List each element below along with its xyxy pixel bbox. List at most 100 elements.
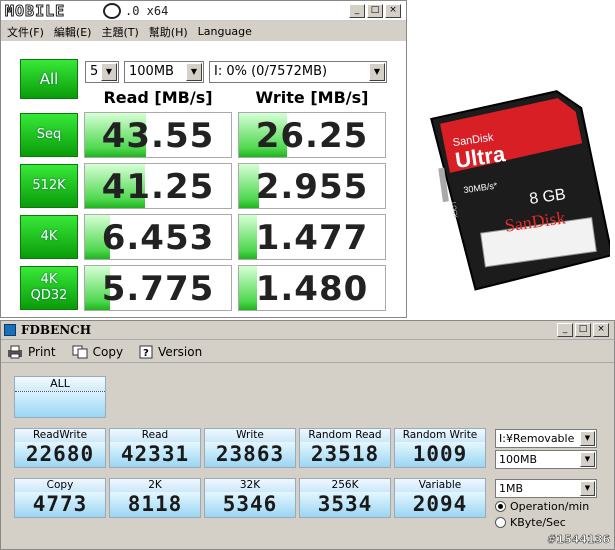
- menu-bar: 文件(F) 編輯(E) 主題(T) 幫助(H) Language: [1, 22, 406, 41]
- 4k-read-value: 6.453: [84, 214, 232, 260]
- chevron-down-icon: ▼: [369, 63, 385, 81]
- 32k-button[interactable]: 32K 5346: [204, 478, 296, 518]
- window-controls: _ □ ×: [349, 4, 401, 18]
- 512k-read-value: 41.25: [84, 163, 232, 209]
- close-button[interactable]: ×: [385, 4, 401, 18]
- fdbench-all-button[interactable]: ALL: [14, 376, 106, 418]
- 2k-value: 8118: [110, 492, 200, 517]
- 32k-value: 5346: [205, 492, 295, 517]
- minimize-button[interactable]: _: [557, 323, 573, 337]
- crystaldiskmark-window: MOBILE .0 x64 _ □ × 文件(F) 編輯(E) 主題(T) 幫助…: [0, 0, 407, 318]
- fdbench-title-bar: FDBENCH _ □ ×: [1, 321, 614, 340]
- chevron-down-icon: ▼: [580, 481, 595, 496]
- benchmark-panel: All 5 ▼ 100MB ▼ I: 0% (0/7572MB) ▼ Read …: [1, 41, 406, 317]
- copy-test-button[interactable]: Copy 4773: [14, 478, 106, 518]
- read-button[interactable]: Read 42331: [109, 428, 201, 468]
- svg-text:?: ?: [143, 348, 149, 359]
- menu-edit[interactable]: 編輯(E): [54, 24, 92, 40]
- maximize-button[interactable]: □: [575, 323, 591, 337]
- kbyte-sec-label: KByte/Sec: [510, 516, 566, 529]
- fdbench-all-label: ALL: [15, 377, 105, 392]
- print-button[interactable]: Print: [7, 345, 56, 359]
- readwrite-value: 22680: [15, 442, 105, 467]
- chevron-down-icon: ▼: [580, 452, 595, 467]
- fdbench-window: FDBENCH _ □ × Print Copy ? Version ALL R…: [0, 320, 615, 550]
- copy-value: 4773: [15, 492, 105, 517]
- seq-read-value: 43.55: [84, 112, 232, 158]
- print-label: Print: [28, 344, 56, 359]
- menu-file[interactable]: 文件(F): [7, 24, 44, 40]
- all-button[interactable]: All: [20, 59, 78, 99]
- drive-select[interactable]: I:¥Removable ▼: [495, 429, 597, 448]
- sd-card-image: SanDisk Ultra 30MB/s* 8 GB SanDisk LOCK: [430, 90, 614, 291]
- variable-value: 2094: [395, 492, 485, 517]
- operation-min-label: Operation/min: [510, 500, 590, 513]
- read-header: Read [MB/s]: [103, 88, 213, 107]
- random-read-value: 23518: [300, 442, 390, 467]
- count-value: 5: [90, 64, 99, 79]
- chevron-down-icon: ▼: [186, 63, 202, 81]
- printer-icon: [8, 345, 22, 358]
- title-version: .0 x64: [125, 4, 169, 18]
- random-read-button[interactable]: Random Read 23518: [299, 428, 391, 468]
- post-watermark: #1544136: [547, 533, 610, 547]
- copy-label: Copy: [92, 344, 124, 359]
- copy-button[interactable]: Copy: [72, 345, 123, 359]
- 4k-qd32-read-value: 5.775: [84, 265, 232, 311]
- menu-theme[interactable]: 主題(T): [101, 24, 138, 40]
- 512k-write-value: 2.955: [238, 163, 386, 209]
- radio-unselected-icon: [495, 517, 506, 528]
- write-value: 23863: [205, 442, 295, 467]
- title-bar: MOBILE .0 x64 _ □ ×: [1, 1, 406, 21]
- count-select[interactable]: 5 ▼: [85, 61, 119, 83]
- drive-select-value: I:¥Removable: [499, 432, 575, 445]
- seq-button[interactable]: Seq: [20, 113, 78, 157]
- chevron-down-icon: ▼: [580, 431, 595, 446]
- random-write-value: 1009: [395, 442, 485, 467]
- readwrite-button[interactable]: ReadWrite 22680: [14, 428, 106, 468]
- kbyte-sec-radio[interactable]: KByte/Sec: [495, 516, 566, 529]
- close-button[interactable]: ×: [593, 323, 609, 337]
- radio-selected-icon: [495, 501, 506, 512]
- test-size-select[interactable]: 100MB ▼: [495, 450, 597, 469]
- eye-logo-icon: [103, 3, 121, 19]
- 512k-button[interactable]: 512K: [20, 164, 78, 208]
- 4k-qd32-write-value: 1.480: [238, 265, 386, 311]
- 256k-value: 3534: [300, 492, 390, 517]
- operation-min-radio[interactable]: Operation/min: [495, 500, 589, 513]
- drive-select[interactable]: I: 0% (0/7572MB) ▼: [209, 61, 387, 83]
- version-button[interactable]: ? Version: [139, 345, 202, 359]
- help-icon: ?: [139, 345, 153, 359]
- size-select[interactable]: 100MB ▼: [124, 61, 204, 83]
- 4k-qd32-button[interactable]: 4K QD32: [20, 266, 78, 310]
- 4k-write-value: 1.477: [238, 214, 386, 260]
- sd-card-photo: SanDisk Ultra 30MB/s* 8 GB SanDisk LOCK: [420, 78, 614, 303]
- title-logo: MOBILE: [4, 2, 66, 21]
- 2k-button[interactable]: 2K 8118: [109, 478, 201, 518]
- random-write-button[interactable]: Random Write 1009: [394, 428, 486, 468]
- variable-button[interactable]: Variable 2094: [394, 478, 486, 518]
- block-size-select[interactable]: 1MB ▼: [495, 479, 597, 498]
- fdbench-toolbar: Print Copy ? Version: [1, 341, 614, 363]
- version-label: Version: [158, 344, 203, 359]
- write-header: Write [MB/s]: [255, 88, 369, 107]
- 256k-button[interactable]: 256K 3534: [299, 478, 391, 518]
- size-value: 100MB: [129, 64, 174, 79]
- 4k-button[interactable]: 4K: [20, 215, 78, 259]
- minimize-button[interactable]: _: [349, 4, 365, 18]
- chevron-down-icon: ▼: [101, 63, 117, 81]
- block-size-value: 1MB: [499, 482, 524, 495]
- maximize-button[interactable]: □: [367, 4, 383, 18]
- fdbench-title: FDBENCH: [21, 323, 92, 337]
- drive-value: I: 0% (0/7572MB): [214, 64, 328, 79]
- card-lock: LOCK: [449, 202, 457, 219]
- menu-help[interactable]: 幫助(H): [149, 24, 188, 40]
- seq-write-value: 26.25: [238, 112, 386, 158]
- test-size-value: 100MB: [499, 453, 538, 466]
- menu-language[interactable]: Language: [198, 25, 252, 38]
- write-button[interactable]: Write 23863: [204, 428, 296, 468]
- fdbench-window-controls: _ □ ×: [557, 323, 609, 337]
- app-icon: [4, 324, 16, 336]
- copy-icon: [72, 345, 88, 358]
- read-value: 42331: [110, 442, 200, 467]
